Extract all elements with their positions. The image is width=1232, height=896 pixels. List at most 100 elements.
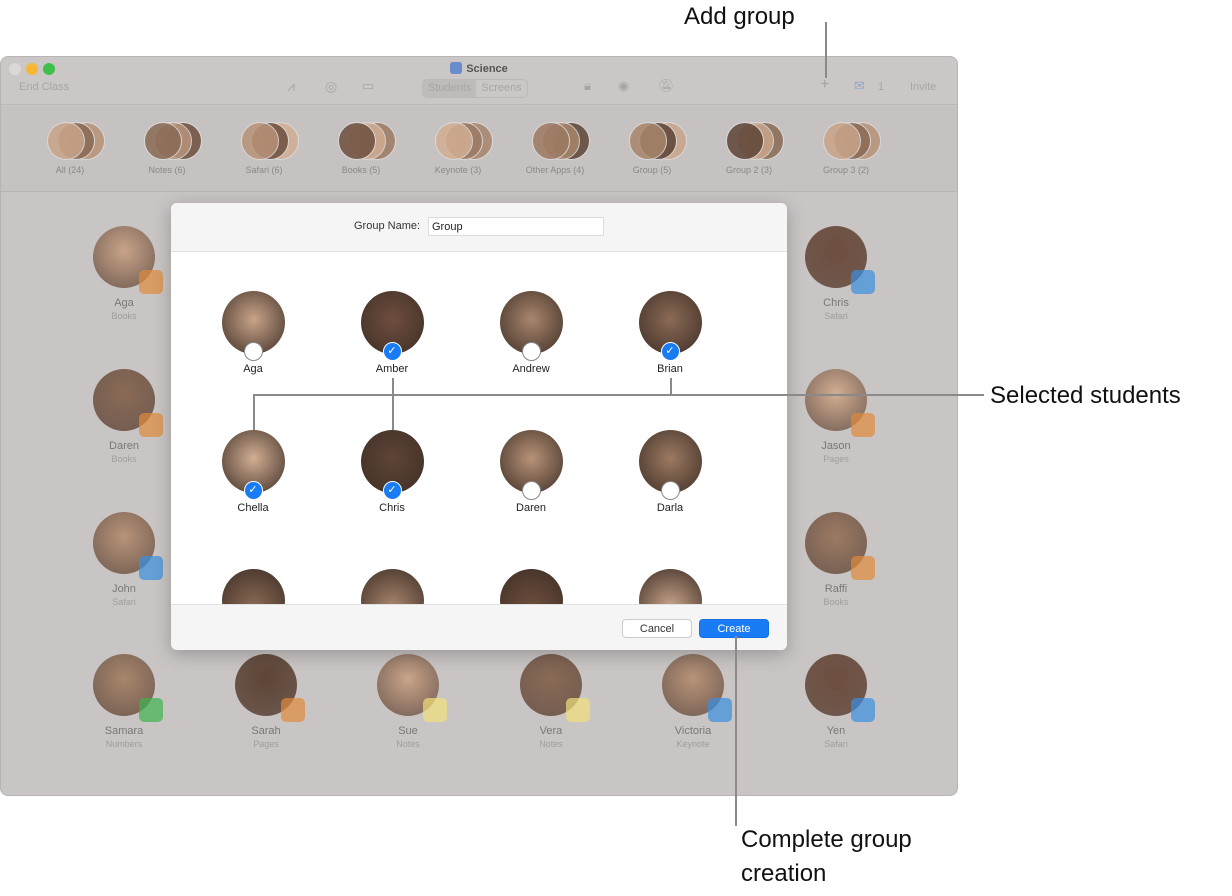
checkbox-empty[interactable] [521, 481, 541, 500]
group-name-label: Group Name: [354, 220, 421, 232]
student-tile[interactable]: Victoria Keynote [643, 654, 743, 749]
callout-line-create [735, 636, 737, 826]
end-class-button[interactable]: End Class [19, 81, 69, 93]
student-tile[interactable]: Sarah Pages [216, 654, 316, 749]
avatar [93, 654, 163, 722]
group-item[interactable]: Notes (6) [122, 122, 212, 175]
student-tile[interactable]: Samara Numbers [74, 654, 174, 749]
student-name: Vera [539, 725, 563, 737]
student-name: Aga [114, 297, 134, 309]
student-tile[interactable]: Yen Safari [786, 654, 886, 749]
avatar [221, 291, 285, 361]
inbox-icon[interactable]: ✉ [854, 78, 865, 94]
checkmark-icon[interactable]: ✓ [382, 481, 402, 500]
group-item[interactable]: Other Apps (4) [510, 122, 600, 175]
app-icon [851, 413, 875, 437]
student-select-item[interactable]: Aga [208, 291, 298, 375]
group-label: All (24) [55, 165, 85, 175]
group-label: Notes (6) [148, 165, 186, 175]
student-name: Jason [821, 440, 851, 452]
checkbox-empty[interactable] [521, 342, 541, 361]
group-avatars [326, 122, 396, 162]
group-item[interactable]: Group (5) [607, 122, 697, 175]
checkmark-icon[interactable]: ✓ [660, 342, 680, 361]
student-select-item[interactable]: Darla [625, 430, 715, 514]
callout-line-add-group [825, 22, 827, 78]
group-name-input[interactable] [428, 217, 604, 236]
titlebar: Science End Class ⩘ ◎ ▭ Students Screens… [1, 57, 957, 105]
student-name: Daren [516, 502, 546, 514]
student-name: Chella [237, 502, 269, 514]
invite-button[interactable]: Invite [910, 81, 936, 93]
student-app: Books [111, 454, 137, 464]
student-app: Safari [824, 311, 848, 321]
group-avatars [714, 122, 784, 162]
mute-bell-icon[interactable]: 🔕︎ [658, 78, 675, 94]
groups-bar: All (24) Notes (6) Safari (6) Books (5) Keyn… [1, 106, 957, 192]
app-store-icon[interactable]: ⩘ [287, 78, 295, 95]
checkbox-empty[interactable] [660, 481, 680, 500]
student-name: Chris [379, 502, 405, 514]
tab-students[interactable]: Students [423, 80, 477, 97]
student-name: Yen [826, 725, 846, 737]
student-tile[interactable]: Jason Pages [786, 369, 886, 464]
app-icon [281, 698, 305, 722]
student-app: Safari [824, 739, 848, 749]
tab-screens[interactable]: Screens [476, 80, 526, 97]
add-group-button[interactable]: + [820, 76, 829, 94]
student-tile[interactable]: Raffi Books [786, 512, 886, 607]
student-name: Andrew [512, 363, 550, 375]
hide-eye-icon[interactable]: ◉ [618, 78, 629, 94]
group-item[interactable]: Group 2 (3) [704, 122, 794, 175]
group-avatars [811, 122, 881, 162]
avatar [805, 512, 875, 580]
avatar [805, 654, 875, 722]
avatar: ✓ [360, 430, 424, 500]
checkmark-icon[interactable]: ✓ [243, 481, 263, 500]
airplay-icon[interactable]: ▭ [362, 78, 374, 94]
group-label: Keynote (3) [434, 165, 482, 175]
student-tile[interactable]: Daren Books [74, 369, 174, 464]
inbox-count: 1 [878, 81, 885, 93]
student-app: Notes [396, 739, 420, 749]
avatar [520, 654, 590, 722]
student-app: Books [111, 311, 137, 321]
student-tile[interactable]: Aga Books [74, 226, 174, 321]
group-avatars [229, 122, 299, 162]
student-app: Pages [823, 454, 849, 464]
lock-icon[interactable]: 🔒︎ [584, 78, 591, 94]
student-tile[interactable]: Vera Notes [501, 654, 601, 749]
student-app: Pages [253, 739, 279, 749]
cancel-button[interactable]: Cancel [622, 619, 692, 638]
create-button[interactable]: Create [699, 619, 769, 638]
student-select-item[interactable]: Andrew [486, 291, 576, 375]
student-select-item[interactable]: ✓ Chris [347, 430, 437, 514]
app-icon [423, 698, 447, 722]
student-tile[interactable]: Chris Safari [786, 226, 886, 321]
group-item[interactable]: All (24) [25, 122, 115, 175]
student-tile[interactable]: Sue Notes [358, 654, 458, 749]
student-name: Daren [109, 440, 139, 452]
student-app: Keynote [676, 739, 710, 749]
student-name: Sue [398, 725, 418, 737]
student-name: Raffi [824, 583, 848, 595]
group-item[interactable]: Group 3 (2) [801, 122, 891, 175]
group-item[interactable]: Books (5) [316, 122, 406, 175]
checkbox-empty[interactable] [243, 342, 263, 361]
safari-compass-icon[interactable]: ◎ [325, 78, 337, 95]
student-tile[interactable]: John Safari [74, 512, 174, 607]
student-name: Samara [104, 725, 144, 737]
group-item[interactable]: Safari (6) [219, 122, 309, 175]
student-select-item[interactable]: Daren [486, 430, 576, 514]
new-group-dialog: Group Name: Aga ✓ Amber Andrew ✓ Brian ✓… [171, 203, 787, 650]
group-avatars [520, 122, 590, 162]
group-item[interactable]: Keynote (3) [413, 122, 503, 175]
student-select-item[interactable]: ✓ Brian [625, 291, 715, 375]
student-select-item[interactable]: ✓ Chella [208, 430, 298, 514]
avatar [805, 226, 875, 294]
checkmark-icon[interactable]: ✓ [382, 342, 402, 361]
student-name: Aga [243, 363, 263, 375]
student-name: Sarah [251, 725, 281, 737]
student-select-item[interactable]: ✓ Amber [347, 291, 437, 375]
avatar [235, 654, 305, 722]
